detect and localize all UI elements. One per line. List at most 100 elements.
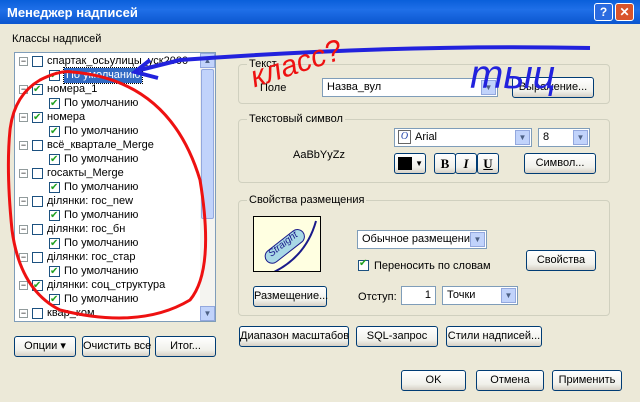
tree-item-label: По умолчанию (64, 209, 139, 221)
scroll-up-icon[interactable]: ▲ (200, 53, 215, 68)
collapse-icon[interactable]: − (19, 253, 28, 262)
tree-class-row[interactable]: − всё_квартале_Merge (15, 138, 201, 153)
tree-item-label: ділянки: соц_структура (47, 279, 166, 291)
close-button[interactable]: ✕ (615, 3, 634, 21)
collapse-icon[interactable]: − (19, 225, 28, 234)
tree-default-row[interactable]: По умолчанию (15, 152, 201, 167)
properties-button[interactable]: Свойства (526, 250, 596, 271)
tree-checkbox[interactable] (32, 110, 43, 125)
tree-default-row[interactable]: По умолчанию (15, 180, 201, 195)
clear-all-button[interactable]: Очистить все (82, 336, 151, 357)
tree-scrollbar[interactable]: ▲ ▼ (200, 53, 215, 321)
tree-checkbox[interactable] (49, 236, 60, 251)
label-styles-button[interactable]: Стили надписей... (446, 326, 542, 347)
tree-checkbox[interactable] (49, 208, 60, 223)
window-title: Менеджер надписей (7, 5, 138, 20)
tree-checkbox[interactable] (32, 56, 43, 67)
text-symbol-title: Текстовый символ (247, 113, 345, 125)
tree-checkbox[interactable] (32, 308, 43, 319)
underline-button[interactable]: U (477, 153, 499, 174)
tree-default-row[interactable]: По умолчанию (15, 292, 201, 307)
tree-class-row[interactable]: − госакты_Merge (15, 166, 201, 181)
offset-input[interactable]: 1 (401, 286, 436, 305)
tree-default-row[interactable]: По умолчанию (15, 236, 201, 251)
tree-checkbox[interactable] (32, 196, 43, 207)
symbol-button[interactable]: Символ... (524, 153, 596, 174)
collapse-icon[interactable]: − (19, 197, 28, 206)
options-button[interactable]: Опции ▾ (14, 336, 76, 357)
tree-label: Классы надписей (12, 33, 102, 45)
tree-checkbox[interactable] (49, 124, 60, 139)
tree-item-label: По умолчанию (64, 97, 139, 109)
font-size-select[interactable]: 8 ▼ (538, 128, 590, 147)
tree-class-row[interactable]: − ділянки: гос_стар (15, 250, 201, 265)
tree-checkbox[interactable] (32, 252, 43, 263)
tree-class-row[interactable]: − номера_1 (15, 82, 201, 97)
label-class-tree[interactable]: −спартак_осьулицы_уск2000По умолчанию−но… (14, 52, 216, 322)
collapse-icon[interactable]: − (19, 169, 28, 178)
field-select[interactable]: Назва_вул ▼ (322, 78, 498, 97)
chevron-down-icon: ▼ (515, 130, 530, 145)
collapse-icon[interactable]: − (19, 141, 28, 150)
tree-default-row[interactable]: По умолчанию (15, 264, 201, 279)
wrap-words-checkbox[interactable] (358, 258, 369, 271)
tree-class-row[interactable]: − номера (15, 110, 201, 125)
tree-checkbox[interactable] (32, 140, 43, 151)
tree-item-label: номера_1 (47, 83, 98, 95)
placement-button[interactable]: Размещение... (253, 286, 328, 307)
font-select[interactable]: O Arial ▼ (394, 128, 532, 147)
field-label: Поле (260, 82, 287, 94)
tree-item-label: ділянки: гос_стар (47, 251, 136, 263)
placement-mode-select[interactable]: Обычное размещение ▼ (357, 230, 487, 249)
offset-label: Отступ: (358, 291, 397, 303)
tree-item-label: По умолчанию (64, 153, 139, 165)
placement-preview: Straight (253, 216, 321, 272)
tree-item-label: По умолчанию (64, 293, 139, 305)
tree-class-row[interactable]: − ділянки: гос_бн (15, 222, 201, 237)
scroll-thumb[interactable] (201, 69, 214, 219)
help-button[interactable]: ? (594, 3, 613, 21)
font-color-button[interactable]: ▼ (394, 153, 426, 174)
cancel-button[interactable]: Отмена (476, 370, 544, 391)
tree-checkbox[interactable] (49, 180, 60, 195)
tree-class-row[interactable]: − ділянки: соц_структура (15, 278, 201, 293)
tree-class-row[interactable]: − спартак_осьулицы_уск2000 (15, 54, 201, 69)
tree-checkbox[interactable] (49, 96, 60, 111)
tree-class-row[interactable]: − квар_ком (15, 306, 201, 321)
tree-item-label: госакты_Merge (47, 167, 124, 179)
scale-range-button[interactable]: Диапазон масштабов (239, 326, 349, 347)
tree-checkbox[interactable] (32, 82, 43, 97)
sql-query-button[interactable]: SQL-запрос (356, 326, 438, 347)
chevron-down-icon: ▼ (470, 232, 485, 247)
units-select[interactable]: Точки ▼ (442, 286, 518, 305)
collapse-icon[interactable]: − (19, 281, 28, 290)
opentype-font-icon: O (398, 130, 411, 144)
italic-button[interactable]: I (455, 153, 477, 174)
apply-button[interactable]: Применить (552, 370, 622, 391)
tree-default-row[interactable]: По умолчанию (15, 96, 201, 111)
tree-item-label: спартак_осьулицы_уск2000 (47, 55, 189, 67)
collapse-icon[interactable]: − (19, 57, 28, 66)
tree-class-row[interactable]: − ділянки: гос_new (15, 194, 201, 209)
collapse-icon[interactable]: − (19, 309, 28, 318)
collapse-icon[interactable]: − (19, 85, 28, 94)
tree-default-row[interactable]: По умолчанию (15, 208, 201, 223)
color-swatch (398, 157, 412, 170)
tree-checkbox[interactable] (49, 152, 60, 167)
tree-checkbox[interactable] (49, 264, 60, 279)
tree-default-row[interactable]: По умолчанию (15, 124, 201, 139)
wrap-words-label: Переносить по словам (374, 260, 491, 272)
bold-button[interactable]: B (434, 153, 456, 174)
tree-checkbox[interactable] (49, 292, 60, 307)
ok-button[interactable]: OK (401, 370, 466, 391)
tree-checkbox[interactable] (32, 224, 43, 235)
summary-button[interactable]: Итог... (155, 336, 216, 357)
tree-default-row[interactable]: По умолчанию (15, 67, 201, 84)
tree-checkbox[interactable] (49, 68, 60, 83)
tree-checkbox[interactable] (32, 278, 43, 293)
expression-button[interactable]: Выражение... (512, 77, 594, 98)
tree-checkbox[interactable] (32, 168, 43, 179)
collapse-icon[interactable]: − (19, 113, 28, 122)
chevron-down-icon: ▼ (573, 130, 588, 145)
scroll-down-icon[interactable]: ▼ (200, 306, 215, 321)
